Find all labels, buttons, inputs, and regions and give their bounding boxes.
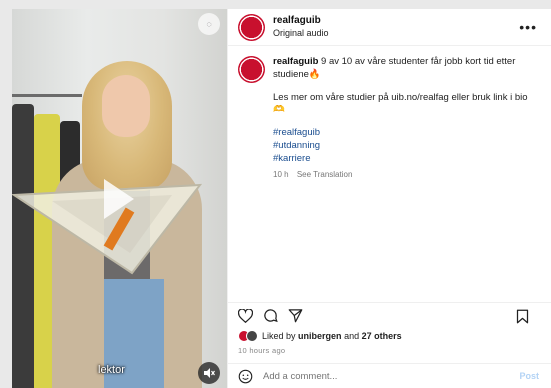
hashtag-realfaguib[interactable]: #realfaguib xyxy=(273,127,533,140)
comment-input[interactable] xyxy=(263,370,493,382)
post-details-panel: realfaguib Original audio ••• realfaguib… xyxy=(227,9,551,388)
avatar[interactable] xyxy=(238,13,265,41)
post-header: realfaguib Original audio ••• xyxy=(228,9,551,46)
action-bar xyxy=(228,302,551,328)
comment-icon[interactable] xyxy=(263,308,278,323)
likes-prefix: Liked by xyxy=(262,331,296,341)
share-icon[interactable] xyxy=(288,308,303,323)
hashtag-karriere[interactable]: #karriere xyxy=(273,153,533,166)
caption-avatar[interactable] xyxy=(238,56,265,83)
caption-username[interactable]: realfaguib xyxy=(273,56,318,67)
audio-label[interactable]: Original audio xyxy=(273,28,329,39)
play-icon[interactable] xyxy=(104,179,134,219)
likes-user[interactable]: unibergen xyxy=(298,331,342,341)
clothing-rack xyxy=(12,94,82,97)
emoji-icon[interactable] xyxy=(238,369,253,384)
likes-row: Liked by unibergen and 27 others xyxy=(238,330,402,342)
video-caption: lektor xyxy=(98,364,125,376)
likes-others[interactable]: 27 others xyxy=(362,331,402,341)
liker-avatar-2 xyxy=(246,330,258,342)
more-options-icon[interactable]: ••• xyxy=(519,19,537,35)
muted-speaker-icon xyxy=(204,368,215,378)
video-player[interactable]: ◌ lektor xyxy=(12,9,227,388)
bookmark-icon[interactable] xyxy=(516,309,529,324)
likes-and: and xyxy=(344,331,360,341)
comment-bar: Post xyxy=(228,363,551,388)
post-time: 10 h xyxy=(273,169,289,179)
person-face xyxy=(102,75,150,137)
caption-text-line2: Les mer om våre studier på uib.no/realfa… xyxy=(273,91,528,116)
post-dialog: ◌ lektor realfaguib Original audio ••• r… xyxy=(12,9,551,388)
heart-icon[interactable] xyxy=(238,308,253,323)
post-caption: realfaguib 9 av 10 av våre studenter får… xyxy=(228,46,551,180)
hashtag-utdanning[interactable]: #utdanning xyxy=(273,140,533,153)
see-translation-link[interactable]: See Translation xyxy=(297,170,353,179)
reel-icon[interactable]: ◌ xyxy=(198,13,220,35)
post-comment-button[interactable]: Post xyxy=(519,371,539,381)
mute-button[interactable] xyxy=(198,362,220,384)
header-username[interactable]: realfaguib xyxy=(273,15,329,28)
post-age: 10 hours ago xyxy=(238,346,286,355)
